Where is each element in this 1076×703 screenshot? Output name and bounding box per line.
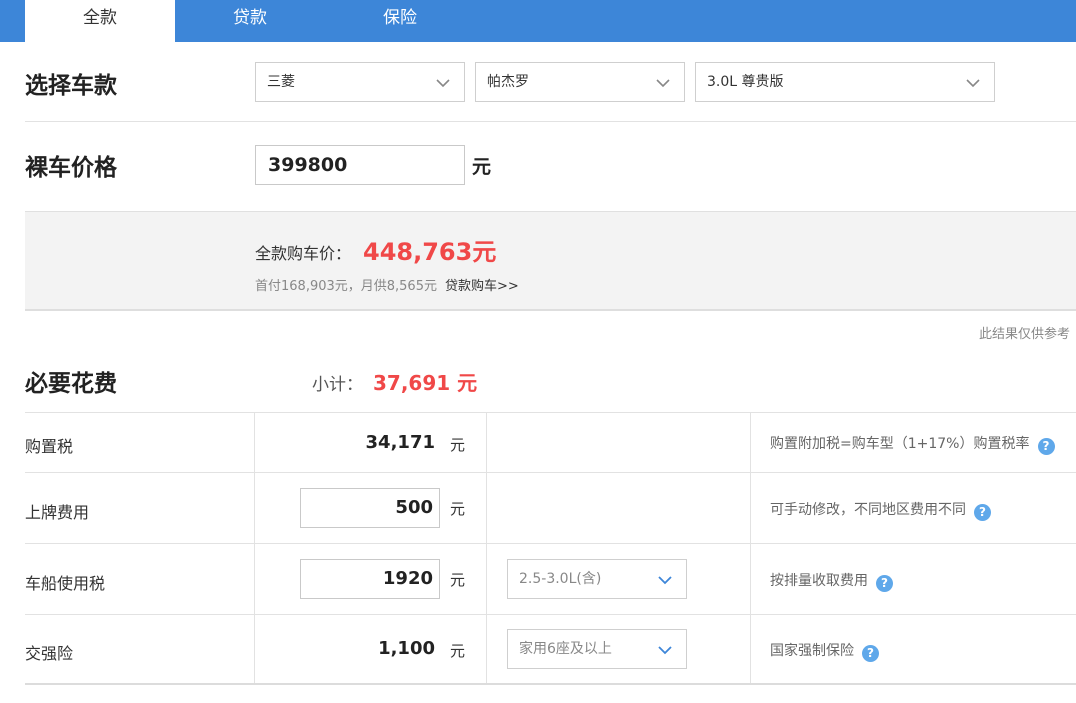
displacement-select-value: 2.5-3.0L(含) [519, 571, 602, 587]
chevron-down-icon [966, 79, 980, 88]
fees-table: 购置税 34,171 元 购置附加税=购车型（1+17%）购置税率? 上牌费用 … [25, 412, 1076, 685]
fee-row-vehicle-tax: 车船使用税 1920 元 2.5-3.0L(含) 按排量收取费用? [25, 543, 1076, 614]
fee-hint: 按排量收取费用? [770, 570, 893, 592]
fee-hint-text: 按排量收取费用 [770, 573, 868, 589]
bare-price-title: 裸车价格 [25, 155, 117, 181]
chevron-down-icon [656, 79, 670, 88]
fee-unit: 元 [450, 642, 466, 660]
series-select-value: 帕杰罗 [487, 74, 529, 90]
series-select[interactable]: 帕杰罗 [475, 62, 685, 102]
help-icon[interactable]: ? [876, 575, 893, 592]
fee-row-registration: 上牌费用 500 元 可手动修改，不同地区费用不同? [25, 472, 1076, 543]
fee-unit: 元 [450, 436, 466, 454]
fee-row-purchase-tax: 购置税 34,171 元 购置附加税=购车型（1+17%）购置税率? [25, 412, 1076, 472]
tab-loan[interactable]: 贷款 [175, 0, 325, 42]
fee-hint-text: 国家强制保险 [770, 643, 854, 659]
displacement-select[interactable]: 2.5-3.0L(含) [507, 559, 687, 599]
fee-label: 购置税 [25, 437, 74, 456]
fee-hint: 国家强制保险? [770, 640, 879, 662]
model-select-value: 3.0L 尊贵版 [707, 74, 784, 90]
fee-hint: 可手动修改，不同地区费用不同? [770, 499, 991, 521]
total-price-value: 448,763元 [363, 238, 497, 266]
fee-label: 上牌费用 [25, 503, 90, 522]
subtotal-label: 小计： [312, 375, 363, 395]
tab-full-payment[interactable]: 全款 [25, 0, 175, 42]
loan-purchase-link[interactable]: 贷款购车>> [445, 275, 519, 294]
fee-hint-text: 购置附加税=购车型（1+17%）购置税率 [770, 436, 1030, 452]
model-select[interactable]: 3.0L 尊贵版 [695, 62, 995, 102]
fee-row-compulsory-insurance: 交强险 1,100 元 家用6座及以上 国家强制保险? [25, 614, 1076, 685]
total-price-label: 全款购车价： [255, 244, 352, 263]
fee-unit: 元 [450, 571, 466, 589]
seat-type-select-value: 家用6座及以上 [519, 641, 612, 657]
chevron-down-icon [658, 576, 672, 585]
divider [25, 121, 1076, 122]
fee-value: 34,171 [365, 432, 435, 453]
seat-type-select[interactable]: 家用6座及以上 [507, 629, 687, 669]
fee-value: 1,100 [378, 638, 435, 659]
help-icon[interactable]: ? [1037, 438, 1055, 455]
fee-label: 交强险 [25, 644, 74, 663]
fee-hint-text: 可手动修改，不同地区费用不同 [770, 502, 966, 518]
bare-price-unit: 元 [472, 156, 492, 178]
help-icon[interactable]: ? [974, 504, 991, 521]
fee-label: 车船使用税 [25, 574, 106, 593]
bare-price-input[interactable]: 399800 [255, 145, 465, 185]
chevron-down-icon [658, 646, 672, 655]
brand-select-value: 三菱 [267, 74, 295, 90]
required-fees-title: 必要花费 [25, 371, 117, 397]
fee-unit: 元 [450, 500, 466, 518]
select-model-title: 选择车款 [25, 73, 117, 99]
registration-fee-input[interactable]: 500 [300, 488, 440, 528]
vehicle-tax-input[interactable]: 1920 [300, 559, 440, 599]
reference-note: 此结果仅供参考 [978, 327, 1070, 342]
payment-breakdown: 首付168,903元，月供8,565元 [255, 279, 437, 294]
tab-insurance[interactable]: 保险 [325, 0, 475, 42]
total-summary-panel: 全款购车价： 448,763元 首付168,903元，月供8,565元 贷款购车… [25, 211, 1076, 311]
help-icon[interactable]: ? [862, 645, 879, 662]
fee-hint: 购置附加税=购车型（1+17%）购置税率? [770, 433, 1055, 455]
tab-bar: 全款 贷款 保险 [0, 0, 1076, 42]
chevron-down-icon [436, 79, 450, 88]
brand-select[interactable]: 三菱 [255, 62, 465, 102]
subtotal-value: 37,691 元 [373, 371, 478, 395]
